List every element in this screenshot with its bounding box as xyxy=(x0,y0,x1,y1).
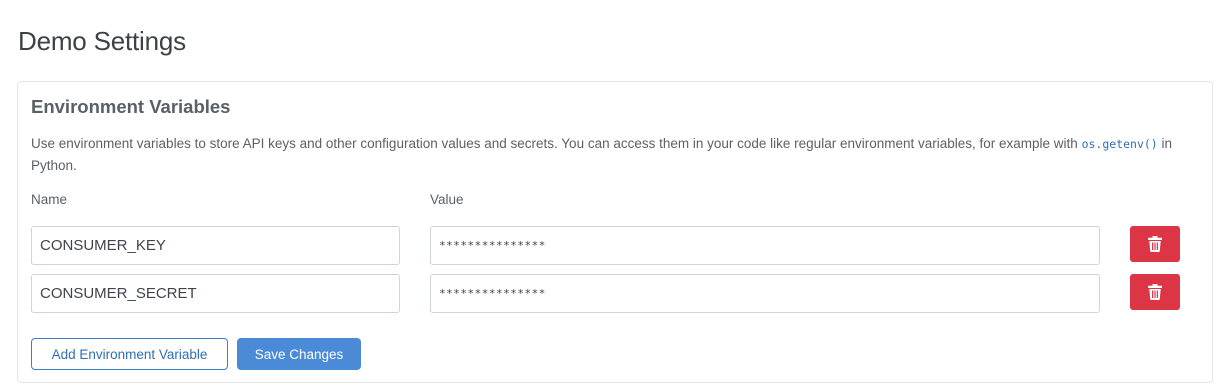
trash-icon xyxy=(1148,236,1162,252)
add-environment-variable-button[interactable]: Add Environment Variable xyxy=(31,338,228,370)
env-name-input[interactable]: CONSUMER_SECRET xyxy=(31,274,400,313)
description-text: Use environment variables to store API k… xyxy=(31,136,1082,151)
page-title: Demo Settings xyxy=(18,26,186,56)
env-value-input[interactable]: *************** xyxy=(430,274,1100,313)
env-value-input[interactable]: *************** xyxy=(430,226,1100,265)
env-name-input[interactable]: CONSUMER_KEY xyxy=(31,226,400,265)
code-snippet: os.getenv() xyxy=(1081,137,1158,151)
card-title: Environment Variables xyxy=(31,96,231,117)
delete-variable-button[interactable] xyxy=(1130,226,1180,262)
description: Use environment variables to store API k… xyxy=(31,133,1181,176)
environment-variables-card: Environment Variables Use environment va… xyxy=(17,81,1213,383)
trash-icon xyxy=(1148,284,1162,300)
value-column-label: Value xyxy=(430,192,464,207)
delete-variable-button[interactable] xyxy=(1130,274,1180,310)
save-changes-button[interactable]: Save Changes xyxy=(237,338,361,370)
name-column-label: Name xyxy=(31,192,68,207)
